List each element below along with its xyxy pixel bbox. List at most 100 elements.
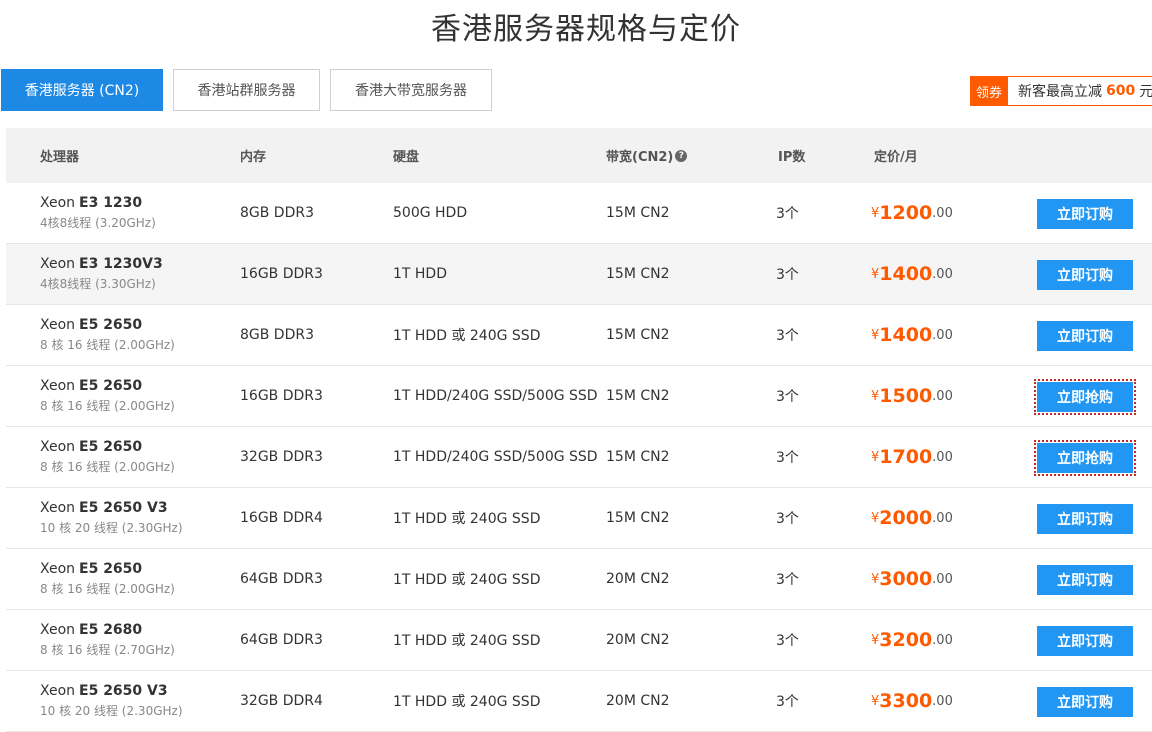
price-decimal: .00 xyxy=(932,449,953,465)
price-amount: 1700 xyxy=(879,446,933,468)
cpu-cell: Xeon E5 2650 8 核 16 线程 (2.00GHz) xyxy=(40,427,175,487)
ip-cell: 3个 xyxy=(776,328,799,344)
cpu-model: E5 2650 xyxy=(79,439,143,455)
table-row: Xeon E5 2650 8 核 16 线程 (2.00GHz) 32GB DDR3 1… xyxy=(6,427,1152,488)
header-disk: 硬盘 xyxy=(393,150,420,165)
price-decimal: .00 xyxy=(932,632,953,648)
cpu-spec: 8 核 16 线程 (2.00GHz) xyxy=(40,460,175,474)
cpu-model: E3 1230V3 xyxy=(79,256,163,272)
cpu-name: Xeon E5 2650 V3 xyxy=(40,500,168,516)
cpu-cell: Xeon E3 1230V3 4核8线程 (3.30GHz) xyxy=(40,244,163,304)
table-row: Xeon E3 1230 4核8线程 (3.20GHz) 8GB DDR3 500G H… xyxy=(6,183,1152,244)
order-button[interactable]: 立即订购 xyxy=(1037,626,1133,656)
price-cell: ¥2000.00 xyxy=(871,488,953,548)
disk-cell: 1T HDD/240G SSD/500G SSD xyxy=(393,388,598,404)
order-button[interactable]: 立即订购 xyxy=(1037,687,1133,717)
order-button[interactable]: 立即抢购 xyxy=(1034,440,1136,476)
price-decimal: .00 xyxy=(932,388,953,404)
cpu-model: E5 2650 xyxy=(79,317,143,333)
tab-hk-site-group[interactable]: 香港站群服务器 xyxy=(173,69,320,111)
table-row: Xeon E3 1230V3 4核8线程 (3.30GHz) 16GB DDR3 1T … xyxy=(6,244,1152,305)
ram-cell: 32GB DDR4 xyxy=(240,693,323,709)
order-button[interactable]: 立即订购 xyxy=(1037,199,1133,229)
order-button[interactable]: 立即订购 xyxy=(1037,565,1133,595)
ram-cell: 16GB DDR3 xyxy=(240,388,323,404)
price-cell: ¥3300.00 xyxy=(871,671,953,731)
cpu-name: Xeon E5 2650 V3 xyxy=(40,683,168,699)
header-cpu: 处理器 xyxy=(40,150,80,165)
cpu-cell: Xeon E5 2650 8 核 16 线程 (2.00GHz) xyxy=(40,549,175,609)
disk-cell: 1T HDD 或 240G SSD xyxy=(393,572,541,588)
cpu-name: Xeon E5 2650 xyxy=(40,378,142,394)
cpu-name: Xeon E5 2680 xyxy=(40,622,142,638)
ip-cell: 3个 xyxy=(776,511,799,527)
ip-cell: 3个 xyxy=(776,633,799,649)
table-row: Xeon E5 2650 8 核 16 线程 (2.00GHz) 64GB DDR3 1… xyxy=(6,549,1152,610)
cpu-model: E5 2650 V3 xyxy=(79,500,168,516)
ram-cell: 16GB DDR3 xyxy=(240,266,323,282)
cpu-spec: 8 核 16 线程 (2.00GHz) xyxy=(40,399,175,413)
bandwidth-cell: 15M CN2 xyxy=(606,205,670,221)
cpu-brand: Xeon xyxy=(40,683,76,699)
coupon-tag: 领券 xyxy=(970,76,1011,106)
bandwidth-cell: 15M CN2 xyxy=(606,510,670,526)
page-title: 香港服务器规格与定价 xyxy=(431,12,741,47)
cpu-cell: Xeon E5 2680 8 核 16 线程 (2.70GHz) xyxy=(40,610,175,670)
ip-cell: 3个 xyxy=(776,206,799,222)
cpu-name: Xeon E5 2650 xyxy=(40,561,142,577)
header-price: 定价/月 xyxy=(874,150,918,165)
price-cell: ¥3000.00 xyxy=(871,549,953,609)
price-amount: 3300 xyxy=(879,690,933,712)
price-amount: 1500 xyxy=(879,385,933,407)
cpu-cell: Xeon E5 2650 V3 10 核 20 线程 (2.30GHz) xyxy=(40,488,183,548)
price-cell: ¥3200.00 xyxy=(871,610,953,670)
price-currency: ¥ xyxy=(871,510,880,526)
order-button[interactable]: 立即订购 xyxy=(1037,321,1133,351)
bandwidth-cell: 20M CN2 xyxy=(606,571,670,587)
cpu-spec: 10 核 20 线程 (2.30GHz) xyxy=(40,704,183,718)
price-amount: 3000 xyxy=(879,568,933,590)
cpu-brand: Xeon xyxy=(40,195,76,211)
cpu-cell: Xeon E5 2650 8 核 16 线程 (2.00GHz) xyxy=(40,366,175,426)
ram-cell: 32GB DDR3 xyxy=(240,449,323,465)
disk-cell: 1T HDD 或 240G SSD xyxy=(393,694,541,710)
price-currency: ¥ xyxy=(871,388,880,404)
bandwidth-cell: 15M CN2 xyxy=(606,388,670,404)
order-button[interactable]: 立即订购 xyxy=(1037,504,1133,534)
price-decimal: .00 xyxy=(932,205,953,221)
cpu-name: Xeon E5 2650 xyxy=(40,317,142,333)
coupon-banner[interactable]: 领券 新客最高立减 600 元 xyxy=(970,76,1152,106)
table-header: 处理器 内存 硬盘 带宽(CN2) ? IP数 定价/月 xyxy=(6,128,1152,183)
ram-cell: 64GB DDR3 xyxy=(240,632,323,648)
help-icon[interactable]: ? xyxy=(675,149,688,162)
price-amount: 3200 xyxy=(879,629,933,651)
ip-cell: 3个 xyxy=(776,694,799,710)
price-amount: 2000 xyxy=(879,507,933,529)
price-currency: ¥ xyxy=(871,571,880,587)
cpu-model: E5 2650 V3 xyxy=(79,683,168,699)
tab-hk-high-bandwidth[interactable]: 香港大带宽服务器 xyxy=(330,69,492,111)
disk-cell: 1T HDD/240G SSD/500G SSD xyxy=(393,449,598,465)
order-button[interactable]: 立即抢购 xyxy=(1034,379,1136,415)
cpu-spec: 8 核 16 线程 (2.00GHz) xyxy=(40,582,175,596)
cpu-brand: Xeon xyxy=(40,256,76,272)
price-decimal: .00 xyxy=(932,327,953,343)
price-amount: 1400 xyxy=(879,324,933,346)
price-currency: ¥ xyxy=(871,449,880,465)
cpu-spec: 8 核 16 线程 (2.70GHz) xyxy=(40,643,175,657)
tab-hk-cn2[interactable]: 香港服务器 (CN2) xyxy=(1,69,163,111)
coupon-amount: 600 xyxy=(1106,83,1136,99)
disk-cell: 1T HDD 或 240G SSD xyxy=(393,511,541,527)
header-bandwidth-label: 带宽(CN2) xyxy=(606,150,674,165)
order-button[interactable]: 立即订购 xyxy=(1037,260,1133,290)
cpu-model: E5 2650 xyxy=(79,561,143,577)
cpu-cell: Xeon E5 2650 V3 10 核 20 线程 (2.30GHz) xyxy=(40,671,183,731)
cpu-brand: Xeon xyxy=(40,317,76,333)
price-cell: ¥1400.00 xyxy=(871,244,953,304)
header-ram: 内存 xyxy=(240,150,267,165)
bandwidth-cell: 15M CN2 xyxy=(606,327,670,343)
cpu-brand: Xeon xyxy=(40,622,76,638)
price-currency: ¥ xyxy=(871,327,880,343)
cpu-brand: Xeon xyxy=(40,378,76,394)
ram-cell: 8GB DDR3 xyxy=(240,327,315,343)
